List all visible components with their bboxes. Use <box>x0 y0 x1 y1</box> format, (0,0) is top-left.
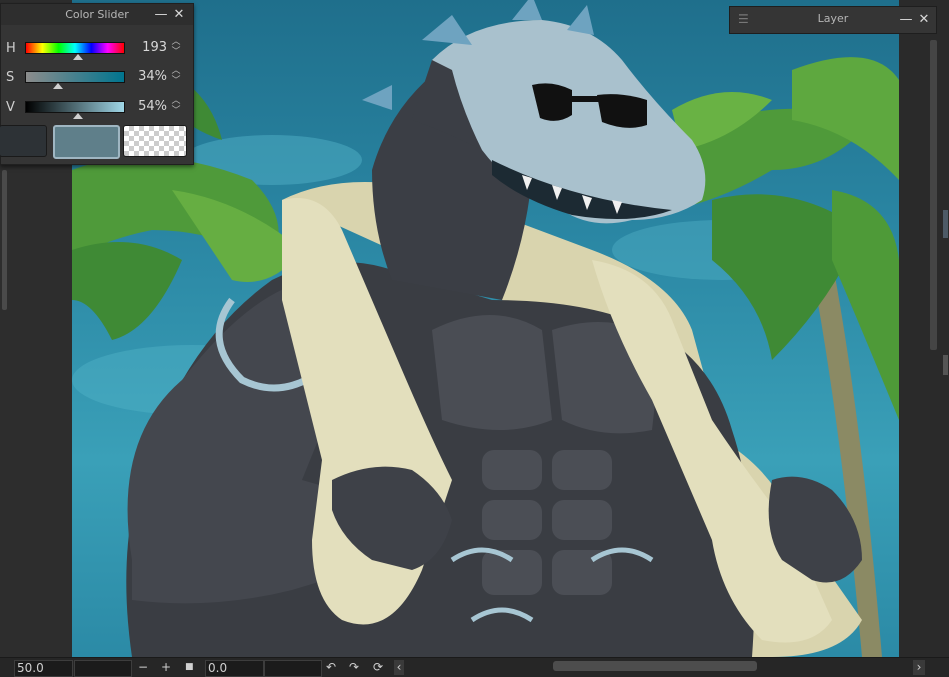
rotate-left-icon[interactable]: ↶ <box>326 660 336 675</box>
value-label: V <box>6 100 15 115</box>
rotate-right-icon[interactable]: ↷ <box>349 660 359 675</box>
status-bar: 50.0 − + ■ 0.0 ↶ ↷ ⟳ ‹ › <box>0 657 949 677</box>
minimize-button[interactable]: — <box>898 9 914 30</box>
saturation-spinner[interactable]: ︿ ﹀ <box>169 66 183 88</box>
scroll-left-button[interactable]: ‹ <box>394 660 404 675</box>
hue-value[interactable]: 193 <box>127 40 167 55</box>
panel-tab-indicator-2[interactable] <box>943 355 948 375</box>
chevron-up-icon[interactable]: ︿ <box>169 96 183 106</box>
value-spinner[interactable]: ︿ ﹀ <box>169 96 183 118</box>
chevron-up-icon[interactable]: ︿ <box>169 37 183 47</box>
saturation-label: S <box>6 70 15 85</box>
sub-color-swatch[interactable] <box>53 125 120 159</box>
chevron-down-icon[interactable]: ﹀ <box>169 76 183 86</box>
hue-label: H <box>6 41 16 56</box>
zoom-slider[interactable] <box>74 660 132 677</box>
chevron-up-icon[interactable]: ︿ <box>169 66 183 76</box>
scroll-right-button[interactable]: › <box>913 660 925 675</box>
chevron-down-icon[interactable]: ﹀ <box>169 106 183 116</box>
saturation-slider[interactable] <box>25 71 125 83</box>
right-scrollbar[interactable] <box>930 40 937 350</box>
right-panel-strip <box>899 0 949 657</box>
value-value[interactable]: 54% <box>127 99 167 114</box>
color-slider-panel: Color Slider — ✕ H 193 ︿ ﹀ S 34% ︿ ﹀ V 54%… <box>0 3 194 165</box>
panel-title: Color Slider <box>65 8 129 21</box>
hue-slider[interactable] <box>25 42 125 54</box>
value-slider[interactable] <box>25 101 125 113</box>
panel-tab-indicator[interactable] <box>943 210 948 238</box>
stop-icon[interactable]: ■ <box>185 660 194 675</box>
color-slider-titlebar[interactable]: Color Slider — ✕ <box>1 4 193 25</box>
zoom-out-button[interactable]: − <box>138 660 148 675</box>
layer-panel: ☰ Layer — ✕ <box>729 6 937 34</box>
close-button[interactable]: ✕ <box>171 4 187 25</box>
rotation-slider[interactable] <box>264 660 322 677</box>
drawing-canvas[interactable] <box>72 0 899 657</box>
chevron-down-icon[interactable]: ﹀ <box>169 47 183 57</box>
zoom-in-button[interactable]: + <box>161 660 171 675</box>
hue-spinner[interactable]: ︿ ﹀ <box>169 37 183 59</box>
reset-rotation-icon[interactable]: ⟳ <box>373 660 383 675</box>
main-color-swatch[interactable] <box>0 125 47 157</box>
close-button[interactable]: ✕ <box>916 9 932 30</box>
value-slider-thumb[interactable] <box>72 113 83 119</box>
rotation-input[interactable]: 0.0 <box>205 660 264 677</box>
zoom-input[interactable]: 50.0 <box>14 660 73 677</box>
saturation-slider-row: S 34% ︿ ﹀ <box>1 66 193 92</box>
saturation-slider-thumb[interactable] <box>53 83 64 89</box>
canvas-illustration <box>72 0 899 657</box>
transparent-color-swatch[interactable] <box>123 125 187 157</box>
value-slider-row: V 54% ︿ ﹀ <box>1 96 193 122</box>
left-scrollbar[interactable] <box>2 170 7 310</box>
horizontal-scrollbar[interactable] <box>553 661 757 671</box>
hue-slider-row: H 193 ︿ ﹀ <box>1 37 193 63</box>
minimize-button[interactable]: — <box>153 4 169 25</box>
saturation-value[interactable]: 34% <box>127 69 167 84</box>
hue-slider-thumb[interactable] <box>72 54 83 60</box>
